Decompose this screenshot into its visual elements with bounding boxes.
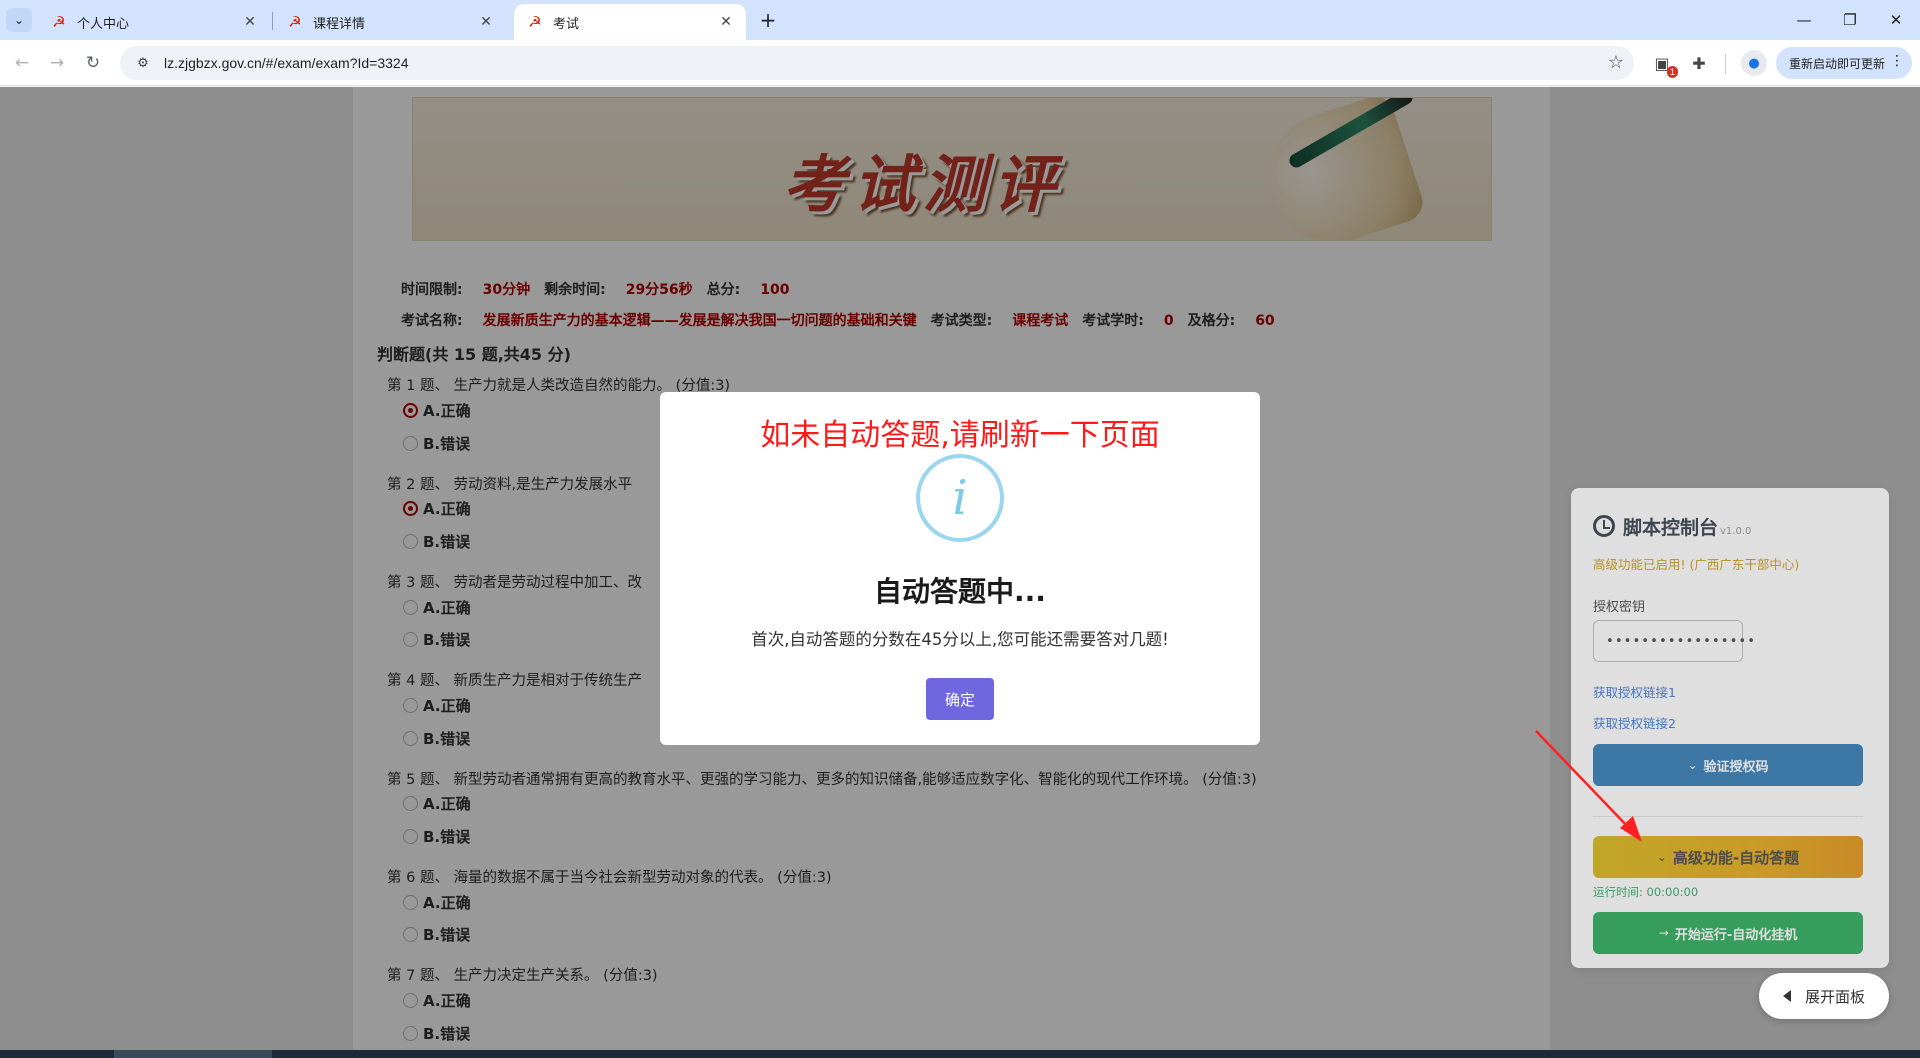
arrow-right-icon: →: [49, 53, 65, 73]
person-icon: ●: [1748, 55, 1760, 71]
update-label: 重新启动即可更新: [1789, 56, 1886, 71]
auth-link-2[interactable]: 获取授权链接2: [1593, 713, 1676, 732]
panel-title: 脚本控制台: [1623, 517, 1719, 539]
extensions-menu-button[interactable]: ✚: [1687, 51, 1711, 75]
new-tab-button[interactable]: +: [754, 8, 782, 32]
expand-label: 展开面板: [1804, 987, 1865, 1006]
runtime-text: 运行时间: 00:00:00: [1593, 885, 1699, 899]
auth-key-label: 授权密钥: [1593, 600, 1646, 615]
reload-icon: ↻: [85, 53, 101, 73]
confirm-button[interactable]: 确定: [926, 678, 994, 720]
minimize-icon: —: [1796, 11, 1812, 29]
back-button[interactable]: ←: [8, 49, 36, 77]
url-text: lz.zjgbzx.gov.cn/#/exam/exam?Id=3324: [164, 55, 409, 71]
site-settings-icon[interactable]: ⚙: [134, 54, 152, 72]
reload-button[interactable]: ↻: [79, 49, 107, 77]
relaunch-update-button[interactable]: 重新启动即可更新 ⋮: [1776, 47, 1912, 79]
browser-tab-strip: ⌄ ☭ 个人中心 ✕ ☭ 课程详情 ✕ ☭ 考试 ✕ + — ❐ ✕: [0, 0, 1920, 40]
party-emblem-icon: ☭: [288, 13, 302, 31]
minimize-button[interactable]: —: [1781, 0, 1827, 40]
close-icon[interactable]: ✕: [240, 12, 260, 32]
chevron-down-icon: ⌄: [1687, 758, 1698, 772]
auto-answer-button[interactable]: ⌄ 高级功能-自动答题: [1593, 836, 1863, 878]
expand-panel-button[interactable]: 展开面板: [1759, 973, 1889, 1019]
caret-left-icon: [1782, 990, 1791, 1002]
more-vert-icon[interactable]: ⋮: [1890, 53, 1904, 69]
tab-title: 考试: [553, 16, 580, 32]
taskbar-active-app[interactable]: [114, 1050, 272, 1058]
verify-auth-button[interactable]: ⌄ 验证授权码: [1593, 744, 1863, 786]
tab-personal-center[interactable]: ☭ 个人中心 ✕: [38, 4, 270, 40]
tab-course-detail[interactable]: ☭ 课程详情 ✕: [274, 4, 506, 40]
restore-button[interactable]: ❐: [1827, 0, 1873, 40]
verify-label: 验证授权码: [1703, 759, 1769, 775]
close-window-button[interactable]: ✕: [1873, 0, 1919, 40]
start-label: 开始运行-自动化挂机: [1674, 927, 1798, 943]
puzzle-icon: ✚: [1692, 53, 1706, 73]
bookmark-star-icon[interactable]: ☆: [1608, 52, 1624, 73]
os-taskbar: [0, 1050, 1920, 1058]
chevron-down-icon: ⌄: [1656, 850, 1667, 864]
dialog-title: 自动答题中...: [874, 575, 1046, 608]
tab-title: 个人中心: [77, 16, 130, 32]
panel-divider: [1593, 816, 1863, 817]
auth-key-input[interactable]: •••••••••••••••••: [1593, 620, 1755, 662]
plus-icon: +: [759, 8, 777, 32]
arrow-left-icon: ←: [14, 53, 30, 73]
party-emblem-icon: ☭: [52, 13, 66, 31]
auto-answer-dialog: 如未自动答题,请刷新一下页面 i 自动答题中... 首次,自动答题的分数在45分…: [660, 392, 1260, 745]
extension-badge: 1: [1666, 66, 1678, 78]
panel-header: 脚本控制台 v1.0.0: [1593, 512, 1751, 540]
clock-icon: [1593, 515, 1615, 537]
chevron-down-icon: ⌄: [13, 13, 25, 27]
panel-status: 高级功能已启用! (广西广东干部中心): [1593, 557, 1800, 572]
refresh-notice: 如未自动答题,请刷新一下页面: [760, 418, 1160, 453]
address-bar[interactable]: ⚙ lz.zjgbzx.gov.cn/#/exam/exam?Id=3324 ☆: [120, 46, 1634, 80]
tab-search-button[interactable]: ⌄: [6, 8, 32, 32]
forward-button[interactable]: →: [43, 49, 71, 77]
script-control-panel: 脚本控制台 v1.0.0 高级功能已启用! (广西广东干部中心) 授权密钥 ••…: [1571, 488, 1889, 968]
browser-toolbar: ← → ↻ ⚙ lz.zjgbzx.gov.cn/#/exam/exam?Id=…: [0, 40, 1920, 86]
auth-link-1[interactable]: 获取授权链接1: [1593, 682, 1676, 701]
close-icon[interactable]: ✕: [716, 12, 736, 32]
start-automation-button[interactable]: → 开始运行-自动化挂机: [1593, 912, 1863, 954]
info-icon: i: [916, 454, 1004, 542]
panel-version: v1.0.0: [1720, 526, 1752, 537]
toolbar-divider: [1725, 54, 1726, 74]
tab-exam[interactable]: ☭ 考试 ✕: [514, 4, 746, 40]
arrow-right-icon: →: [1658, 926, 1669, 940]
close-icon: ✕: [1889, 11, 1903, 29]
extension-button[interactable]: ▣ 1: [1650, 51, 1678, 78]
profile-avatar[interactable]: ●: [1741, 50, 1767, 76]
tab-separator: [272, 12, 273, 30]
restore-icon: ❐: [1843, 11, 1857, 29]
auto-answer-label: 高级功能-自动答题: [1672, 848, 1800, 867]
dialog-message: 首次,自动答题的分数在45分以上,您可能还需要答对几题!: [751, 630, 1169, 649]
party-emblem-icon: ☭: [528, 13, 542, 31]
tab-title: 课程详情: [313, 16, 366, 32]
close-icon[interactable]: ✕: [476, 12, 496, 32]
